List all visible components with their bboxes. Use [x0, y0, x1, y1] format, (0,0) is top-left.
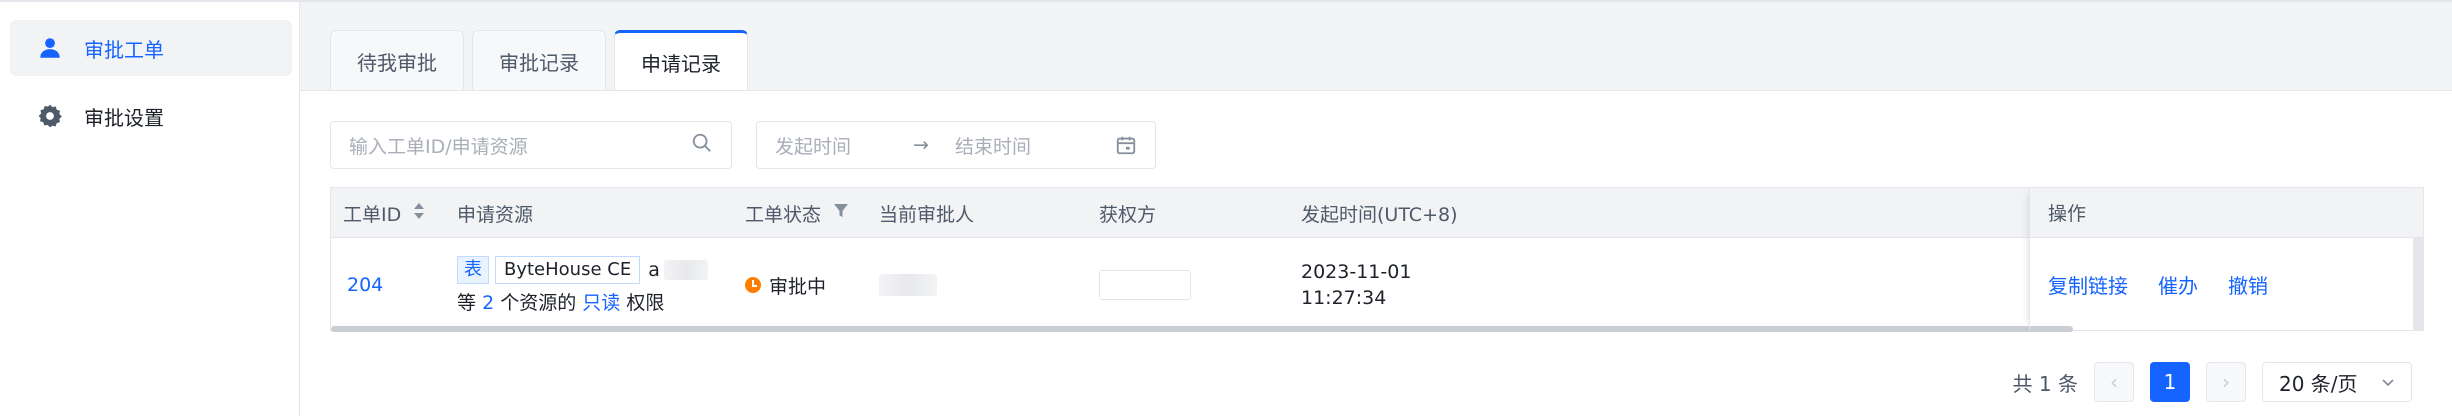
sort-icon[interactable] [413, 201, 425, 226]
date-range-picker[interactable]: 发起时间 → 结束时间 [756, 121, 1156, 169]
status-badge: 审批中 [745, 238, 826, 332]
total-count: 共 1 条 [2012, 371, 2078, 396]
resource-type-tag: 表 [457, 255, 489, 284]
next-page-button[interactable]: › [2206, 362, 2246, 402]
resource-count-prefix: 等 [457, 291, 477, 314]
column-header-resource: 申请资源 [457, 203, 534, 226]
prev-page-button[interactable]: ‹ [2094, 362, 2134, 402]
row-actions: 复制链接 催办 撤销 [2048, 238, 2268, 330]
redacted-text [663, 259, 708, 280]
page-size-value: 20 条/页 [2279, 371, 2358, 396]
revoke-button[interactable]: 撤销 [2228, 270, 2268, 299]
created-date: 2023-11-01 [1301, 261, 1412, 283]
chevron-down-icon [2381, 370, 2395, 394]
grantee-cell [1099, 238, 1191, 332]
created-time-cell: 2023-11-01 11:27:34 [1301, 238, 1411, 332]
page-1-button[interactable]: 1 [2150, 362, 2190, 402]
created-time: 11:27:34 [1301, 287, 1387, 309]
tab-pending-my-approval[interactable]: 待我审批 [330, 30, 464, 92]
copy-link-button[interactable]: 复制链接 [2048, 270, 2128, 299]
resource-count-end: 权限 [626, 291, 665, 314]
column-header-grantee: 获权方 [1099, 203, 1157, 226]
horizontal-scrollbar[interactable] [331, 326, 2073, 332]
filter-icon[interactable] [833, 202, 849, 224]
search-placeholder: 输入工单ID/申请资源 [349, 135, 528, 158]
redacted-grantee [1099, 270, 1191, 300]
column-label: 工单状态 [745, 203, 822, 226]
tab-bar: 待我审批 审批记录 申请记录 [330, 30, 756, 92]
sidebar: 审批工单 审批设置 [0, 2, 300, 416]
actions-column: 操作 复制链接 催办 撤销 [2029, 188, 2423, 330]
column-header-id[interactable]: 工单ID [343, 188, 425, 238]
permission-link[interactable]: 只读 [582, 292, 620, 314]
approver-cell [879, 238, 937, 332]
column-header-status[interactable]: 工单状态 [745, 188, 849, 238]
resource-count-mid: 个资源的 [500, 291, 577, 314]
calendar-icon[interactable] [1115, 134, 1137, 156]
sidebar-item-label: 审批设置 [84, 105, 164, 130]
pagination: 共 1 条 ‹ 1 › 20 条/页 [2013, 361, 2412, 403]
column-header-actions: 操作 [2030, 188, 2423, 238]
ticket-id-link[interactable]: 204 [347, 238, 383, 332]
column-header-approver: 当前审批人 [879, 203, 975, 226]
resource-suffix: a [648, 258, 660, 281]
tickets-table: 工单ID 申请资源 工单状态 当前审批人 获权方 发起时间(UTC+8) 204… [330, 187, 2424, 332]
resource-count-link[interactable]: 2 [482, 292, 494, 314]
sidebar-item-approval-settings[interactable]: 审批设置 [10, 88, 292, 144]
user-icon [36, 34, 64, 62]
column-header-created: 发起时间(UTC+8) [1301, 203, 1458, 226]
clock-icon [745, 277, 761, 293]
range-arrow: → [913, 134, 929, 156]
resource-name-tag: ByteHouse CE [495, 255, 641, 284]
gear-icon [36, 102, 64, 130]
main-content: 待我审批 审批记录 申请记录 输入工单ID/申请资源 发起时间 → 结束时间 工… [300, 2, 2452, 416]
resource-cell: 表 ByteHouse CE a 等 2 个资源的 只读 权限 [457, 238, 708, 332]
redacted-approver [879, 274, 937, 296]
end-time-input[interactable]: 结束时间 [955, 132, 1031, 159]
content-panel: 输入工单ID/申请资源 发起时间 → 结束时间 工单ID 申请资源 工单状态 当… [300, 90, 2452, 416]
sidebar-item-label: 审批工单 [84, 37, 164, 62]
ticket-id[interactable]: 204 [347, 274, 383, 296]
column-label: 工单ID [343, 203, 402, 226]
search-icon[interactable] [691, 132, 713, 159]
status-text: 审批中 [769, 275, 827, 298]
search-input[interactable]: 输入工单ID/申请资源 [330, 121, 732, 169]
remind-button[interactable]: 催办 [2158, 270, 2198, 299]
sidebar-item-approval-tickets[interactable]: 审批工单 [10, 20, 292, 76]
tab-application-history[interactable]: 申请记录 [614, 30, 748, 92]
page-size-select[interactable]: 20 条/页 [2262, 362, 2412, 402]
start-time-input[interactable]: 发起时间 [775, 132, 851, 159]
vertical-scrollbar[interactable] [2413, 238, 2423, 330]
tab-approval-history[interactable]: 审批记录 [472, 30, 606, 92]
